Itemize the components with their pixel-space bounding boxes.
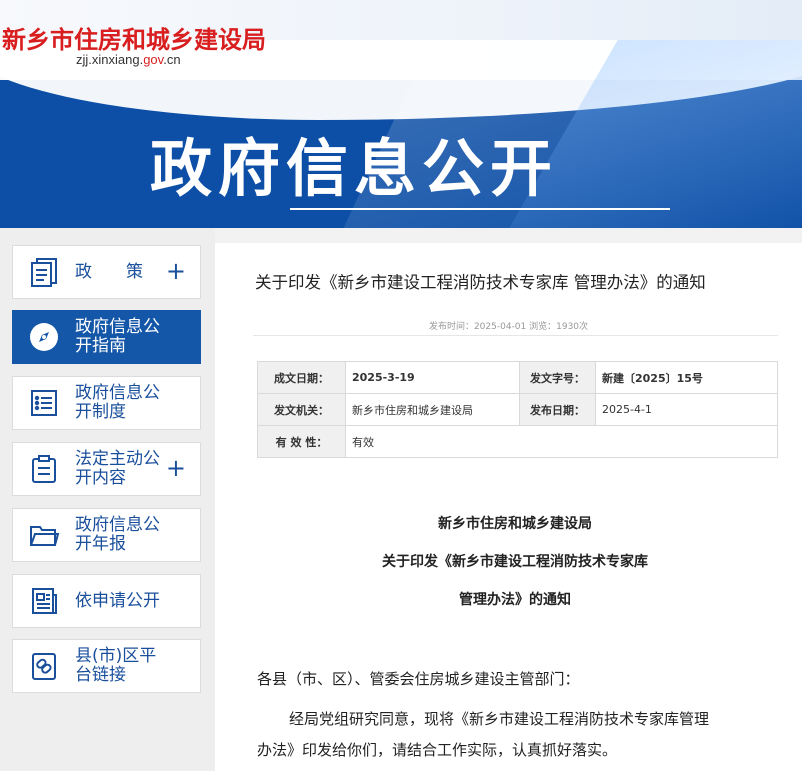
article-title: 关于印发《新乡市建设工程消防技术专家库 管理办法》的通知 — [255, 273, 706, 292]
site-url[interactable]: zjj.xinxiang.gov.cn — [76, 52, 181, 67]
doc-heading: 管理办法》的通知 — [459, 592, 571, 608]
info-value: 新建〔2025〕15号 — [595, 361, 778, 394]
sidebar-item-statutory[interactable]: 法定主动公开内容 + — [12, 442, 201, 496]
info-value: 有效 — [345, 425, 778, 458]
clipboard-icon — [27, 452, 61, 486]
doc-heading: 新乡市住房和城乡建设局 — [438, 516, 592, 532]
newspaper-icon — [27, 584, 61, 618]
site-url-prefix: zjj.xinxiang. — [76, 52, 144, 67]
link-icon — [27, 649, 61, 683]
table-row: 有 效 性： 有效 — [257, 425, 778, 458]
list-doc-icon — [27, 386, 61, 420]
info-key: 有 效 性： — [257, 425, 346, 458]
info-value: 2025-3-19 — [345, 361, 520, 394]
site-url-gov: gov — [143, 52, 164, 67]
sidebar-item-annual-report[interactable]: 政府信息公开年报 — [12, 508, 201, 562]
compass-icon — [27, 320, 61, 354]
folder-icon — [27, 518, 61, 552]
sidebar-item-on-request[interactable]: 依申请公开 — [12, 574, 201, 628]
divider — [253, 335, 778, 336]
site-url-suffix: .cn — [163, 52, 181, 67]
sidebar-item-label: 依申请公开 — [75, 590, 160, 611]
table-row: 发文机关： 新乡市住房和城乡建设局 发布日期： 2025-4-1 — [257, 393, 778, 426]
info-key: 发布日期： — [519, 393, 596, 426]
sidebar-item-label: 政府信息公开制度 — [75, 383, 160, 422]
header-banner: 新乡市住房和城乡建设局 zjj.xinxiang.gov.cn 政府信息公开 — [0, 0, 802, 228]
sidebar-item-policy[interactable]: 政策 + — [12, 245, 201, 299]
doc-heading: 关于印发《新乡市建设工程消防技术专家库 — [382, 554, 648, 570]
table-row: 成文日期： 2025-3-19 发文字号： 新建〔2025〕15号 — [257, 361, 778, 394]
title-underline — [290, 208, 670, 210]
sidebar-item-label: 县(市)区平台链接 — [75, 646, 157, 685]
doc-paragraph: 经局党组研究同意，现将《新乡市建设工程消防技术专家库管理 — [289, 710, 710, 728]
info-key: 成文日期： — [257, 361, 346, 394]
sidebar-item-label: 法定主动公开内容 — [75, 449, 160, 488]
page-title: 政府信息公开 — [150, 132, 559, 205]
info-key: 发文机关： — [257, 393, 346, 426]
article-panel: 关于印发《新乡市建设工程消防技术专家库 管理办法》的通知 发布时间：2025-0… — [215, 243, 802, 771]
article-meta: 发布时间：2025-04-01 浏览：1930次 — [428, 322, 589, 332]
expand-plus-icon[interactable]: + — [166, 259, 186, 283]
info-key: 发文字号： — [519, 361, 596, 394]
doc-paragraph: 办法》印发给你们，请结合工作实际，认真抓好落实。 — [257, 741, 618, 759]
policy-icon — [27, 255, 61, 289]
site-logo-name[interactable]: 新乡市住房和城乡建设局 — [2, 20, 266, 55]
sidebar-item-system[interactable]: 政府信息公开制度 — [12, 376, 201, 430]
sidebar: 政策 + 政府信息公开指南 政府信息公开制度 法定主动公开内容 + 政府信息公开… — [0, 228, 215, 771]
sidebar-item-county-links[interactable]: 县(市)区平台链接 — [12, 639, 201, 693]
sidebar-item-guide[interactable]: 政府信息公开指南 — [12, 310, 201, 364]
sidebar-item-label: 政策 — [75, 261, 177, 282]
info-value: 2025-4-1 — [595, 393, 778, 426]
sidebar-item-label: 政府信息公开年报 — [75, 515, 160, 554]
sidebar-item-label: 政府信息公开指南 — [75, 317, 160, 356]
doc-salutation: 各县（市、区）、管委会住房城乡建设主管部门： — [257, 670, 580, 688]
document-info-table: 成文日期： 2025-3-19 发文字号： 新建〔2025〕15号 发文机关： … — [257, 361, 778, 458]
expand-plus-icon[interactable]: + — [166, 456, 186, 480]
info-value: 新乡市住房和城乡建设局 — [345, 393, 520, 426]
